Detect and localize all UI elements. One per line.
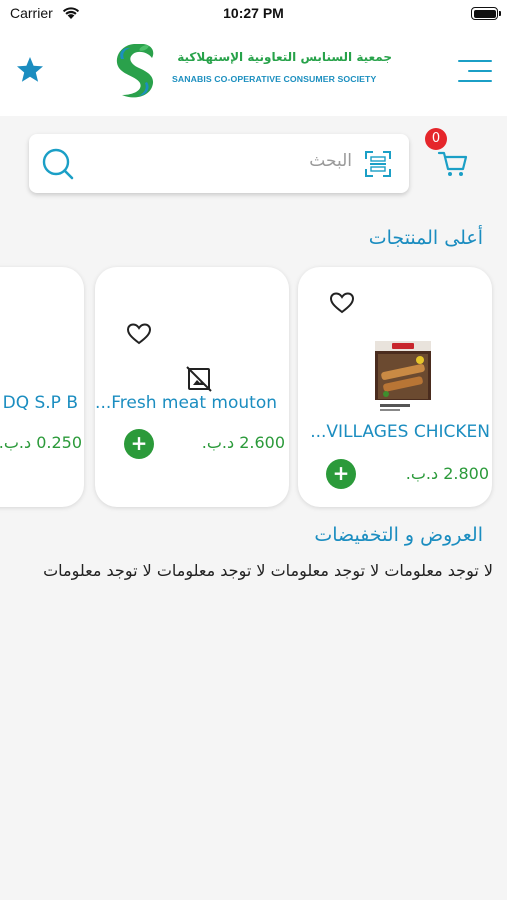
- search-bar[interactable]: البحث: [29, 134, 409, 193]
- product-card[interactable]: ...Fresh meat mouton 2.600 د.ب. +: [95, 267, 289, 507]
- cart-icon[interactable]: [436, 146, 470, 180]
- offers-empty-message: لا توجد معلومات لا توجد معلومات لا توجد …: [43, 561, 493, 580]
- product-box-photo: [375, 341, 431, 415]
- product-name: ...VILLAGES CHICKEN: [310, 422, 490, 442]
- add-to-cart-button[interactable]: +: [326, 459, 356, 489]
- logo-arabic-name: جمعية السنابس التعاونية الإستهلاكية: [177, 50, 392, 64]
- logo-english-name: SANABIS CO-OPERATIVE CONSUMER SOCIETY: [172, 74, 377, 84]
- star-icon[interactable]: [14, 54, 46, 86]
- search-input[interactable]: البحث: [309, 151, 352, 171]
- heart-icon[interactable]: [330, 292, 354, 314]
- heart-icon[interactable]: [127, 323, 151, 345]
- image-unavailable-icon: [186, 366, 212, 392]
- product-price: 0.250 د.ب.: [0, 433, 82, 452]
- product-price: 2.800 د.ب.: [405, 464, 489, 483]
- barcode-scan-icon[interactable]: [365, 151, 391, 177]
- product-name: DQ S.P B: [2, 393, 78, 413]
- status-bar: Carrier 10:27 PM: [0, 0, 507, 30]
- battery-icon: [471, 7, 501, 20]
- sanabis-logo-icon: [116, 44, 154, 98]
- status-time: 10:27 PM: [223, 5, 284, 21]
- product-price: 2.600 د.ب.: [201, 433, 285, 452]
- products-carousel[interactable]: ...VILLAGES CHICKEN 2.800 د.ب. + ...Fres…: [0, 262, 507, 514]
- search-icon[interactable]: [41, 147, 75, 181]
- app-header: جمعية السنابس التعاونية الإستهلاكية SANA…: [0, 30, 507, 116]
- menu-icon[interactable]: [452, 58, 492, 86]
- add-to-cart-button[interactable]: +: [124, 429, 154, 459]
- top-products-heading: أعلى المنتجات: [368, 227, 483, 249]
- offers-heading: العروض و التخفيضات: [314, 524, 483, 546]
- product-card[interactable]: DQ S.P B 0.250 د.ب.: [0, 267, 84, 507]
- product-card[interactable]: ...VILLAGES CHICKEN 2.800 د.ب. +: [298, 267, 492, 507]
- product-name: ...Fresh meat mouton: [95, 393, 277, 413]
